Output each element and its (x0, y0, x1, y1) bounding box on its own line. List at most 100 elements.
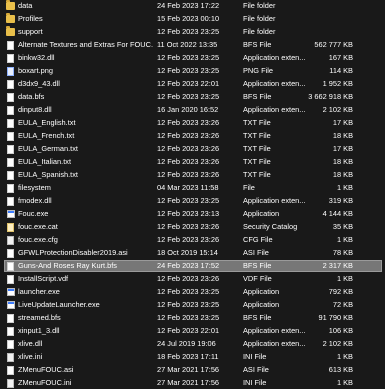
file-icon (7, 40, 14, 50)
file-name: fmodex.dll (18, 196, 52, 205)
file-row[interactable]: support 12 Feb 2023 23:25 File folder (0, 26, 385, 38)
date-modified: 12 Feb 2023 23:26 (157, 235, 220, 244)
file-name: InstallScript.vdf (18, 274, 69, 283)
file-row[interactable]: streamed.bfs 12 Feb 2023 23:25 BFS File 91 … (0, 312, 385, 324)
file-name: EULA_English.txt (18, 118, 76, 127)
file-name: LiveUpdateLauncher.exe (18, 300, 100, 309)
file-row[interactable]: fouc.exe.cat 12 Feb 2023 23:26 Security Ca… (0, 221, 385, 233)
file-icon-cell (6, 312, 16, 324)
config-file-icon (7, 235, 14, 245)
file-type: Application exten... (243, 79, 306, 88)
file-row[interactable]: binkw32.dll 12 Feb 2023 23:25 Application … (0, 52, 385, 64)
file-type: Application (243, 300, 280, 309)
file-row[interactable]: dinput8.dll 16 Jan 2020 16:52 Application … (0, 104, 385, 116)
file-name: Alternate Textures and Extras For FOUC.b… (18, 40, 153, 49)
file-row[interactable]: EULA_Italian.txt 12 Feb 2023 23:26 TXT Fil… (0, 156, 385, 168)
file-type: VDF File (243, 274, 272, 283)
file-type: PNG File (243, 66, 273, 75)
file-icon-cell (6, 260, 16, 272)
date-modified: 12 Feb 2023 23:25 (157, 53, 220, 62)
file-icon-cell (6, 0, 16, 12)
file-row[interactable]: Fouc.exe 12 Feb 2023 23:13 Application 4 14… (0, 208, 385, 220)
file-row[interactable]: LiveUpdateLauncher.exe 12 Feb 2023 23:25 A… (0, 299, 385, 311)
file-type: BFS File (243, 313, 272, 322)
file-type: Application exten... (243, 339, 306, 348)
catalog-icon (7, 222, 14, 232)
file-icon-cell (6, 247, 16, 259)
file-row[interactable]: EULA_German.txt 12 Feb 2023 23:26 TXT File… (0, 143, 385, 155)
file-size: 1 KB (336, 274, 353, 283)
file-row[interactable]: d3dx9_43.dll 12 Feb 2023 22:01 Application… (0, 78, 385, 90)
file-list: data 24 Feb 2023 17:22 File folder Profiles… (0, 0, 385, 389)
file-row[interactable]: GFWLProtectionDisabler2019.asi 18 Oct 201… (0, 247, 385, 259)
file-type: INI File (243, 352, 267, 361)
dll-icon (7, 339, 14, 349)
file-icon-cell (6, 364, 16, 376)
file-size: 167 KB (328, 53, 353, 62)
file-type: Application exten... (243, 53, 306, 62)
file-row[interactable]: xlive.ini 18 Feb 2023 17:11 INI File 1 KB (0, 351, 385, 363)
file-type: File folder (243, 14, 276, 23)
file-row[interactable]: EULA_English.txt 12 Feb 2023 23:26 TXT Fil… (0, 117, 385, 129)
file-row[interactable]: EULA_Spanish.txt 12 Feb 2023 23:26 TXT Fil… (0, 169, 385, 181)
date-modified: 04 Mar 2023 11:58 (157, 183, 219, 192)
file-row[interactable]: Alternate Textures and Extras For FOUC.b… (0, 39, 385, 51)
file-row[interactable]: filesystem 04 Mar 2023 11:58 File 1 KB (0, 182, 385, 194)
file-size: 319 KB (328, 196, 353, 205)
file-row[interactable]: launcher.exe 12 Feb 2023 23:25 Application… (0, 286, 385, 298)
file-type: TXT File (243, 131, 271, 140)
file-row[interactable]: InstallScript.vdf 12 Feb 2023 23:26 VDF Fi… (0, 273, 385, 285)
date-modified: 12 Feb 2023 23:13 (157, 209, 220, 218)
file-row[interactable]: Guns-And Roses Ray Kurt.bfs 24 Feb 2023 1… (0, 260, 385, 272)
file-size: 106 KB (328, 326, 353, 335)
date-modified: 12 Feb 2023 23:26 (157, 222, 220, 231)
file-icon (7, 274, 14, 284)
date-modified: 12 Feb 2023 22:01 (157, 326, 220, 335)
file-icon-cell (6, 351, 16, 363)
file-type: File folder (243, 1, 276, 10)
file-row[interactable]: fmodex.dll 12 Feb 2023 23:25 Application e… (0, 195, 385, 207)
date-modified: 11 Oct 2022 13:35 (157, 40, 218, 49)
file-icon-cell (6, 338, 16, 350)
file-size: 2 102 KB (322, 105, 353, 114)
file-name: fouc.exe.cfg (18, 235, 58, 244)
file-name: streamed.bfs (18, 313, 61, 322)
file-row[interactable]: data 24 Feb 2023 17:22 File folder (0, 0, 385, 12)
file-size: 1 KB (336, 235, 353, 244)
file-icon (7, 313, 14, 323)
file-name: boxart.png (18, 66, 53, 75)
text-file-icon (7, 157, 14, 167)
file-row[interactable]: xlive.dll 24 Jul 2019 19:06 Application ex… (0, 338, 385, 350)
text-file-icon (7, 118, 14, 128)
file-icon-cell (6, 39, 16, 51)
file-size: 18 KB (332, 131, 353, 140)
file-size: 72 KB (332, 300, 353, 309)
file-name: data (18, 1, 33, 10)
file-row[interactable]: fouc.exe.cfg 12 Feb 2023 23:26 CFG File 1 K… (0, 234, 385, 246)
file-name: fouc.exe.cat (18, 222, 58, 231)
date-modified: 12 Feb 2023 23:25 (157, 313, 220, 322)
date-modified: 12 Feb 2023 23:26 (157, 274, 220, 283)
file-size: 4 144 KB (322, 209, 353, 218)
file-icon-cell (6, 143, 16, 155)
file-icon-cell (6, 273, 16, 285)
file-type: ASI File (243, 365, 269, 374)
file-row[interactable]: ZMenuFOUC.asi 27 Mar 2021 17:56 ASI File 61… (0, 364, 385, 376)
dll-icon (7, 105, 14, 115)
file-row[interactable]: data.bfs 12 Feb 2023 23:25 BFS File 3 662 9… (0, 91, 385, 103)
file-size (308, 26, 353, 38)
file-size: 1 KB (336, 352, 353, 361)
file-size: 562 777 KB (314, 40, 353, 49)
file-row[interactable]: xinput1_3.dll 12 Feb 2023 22:01 Applicatio… (0, 325, 385, 337)
file-row[interactable]: ZMenuFOUC.ini 27 Mar 2021 17:56 INI File 1 … (0, 377, 385, 389)
dll-icon (7, 326, 14, 336)
date-modified: 12 Feb 2023 23:25 (157, 27, 220, 36)
file-icon-cell (6, 325, 16, 337)
file-icon-cell (6, 156, 16, 168)
file-icon-cell (6, 299, 16, 311)
date-modified: 12 Feb 2023 23:26 (157, 144, 220, 153)
file-row[interactable]: EULA_French.txt 12 Feb 2023 23:26 TXT File… (0, 130, 385, 142)
file-row[interactable]: Profiles 15 Feb 2023 00:10 File folder (0, 13, 385, 25)
file-row[interactable]: boxart.png 12 Feb 2023 23:25 PNG File 114 K… (0, 65, 385, 77)
file-size: 17 KB (332, 118, 353, 127)
